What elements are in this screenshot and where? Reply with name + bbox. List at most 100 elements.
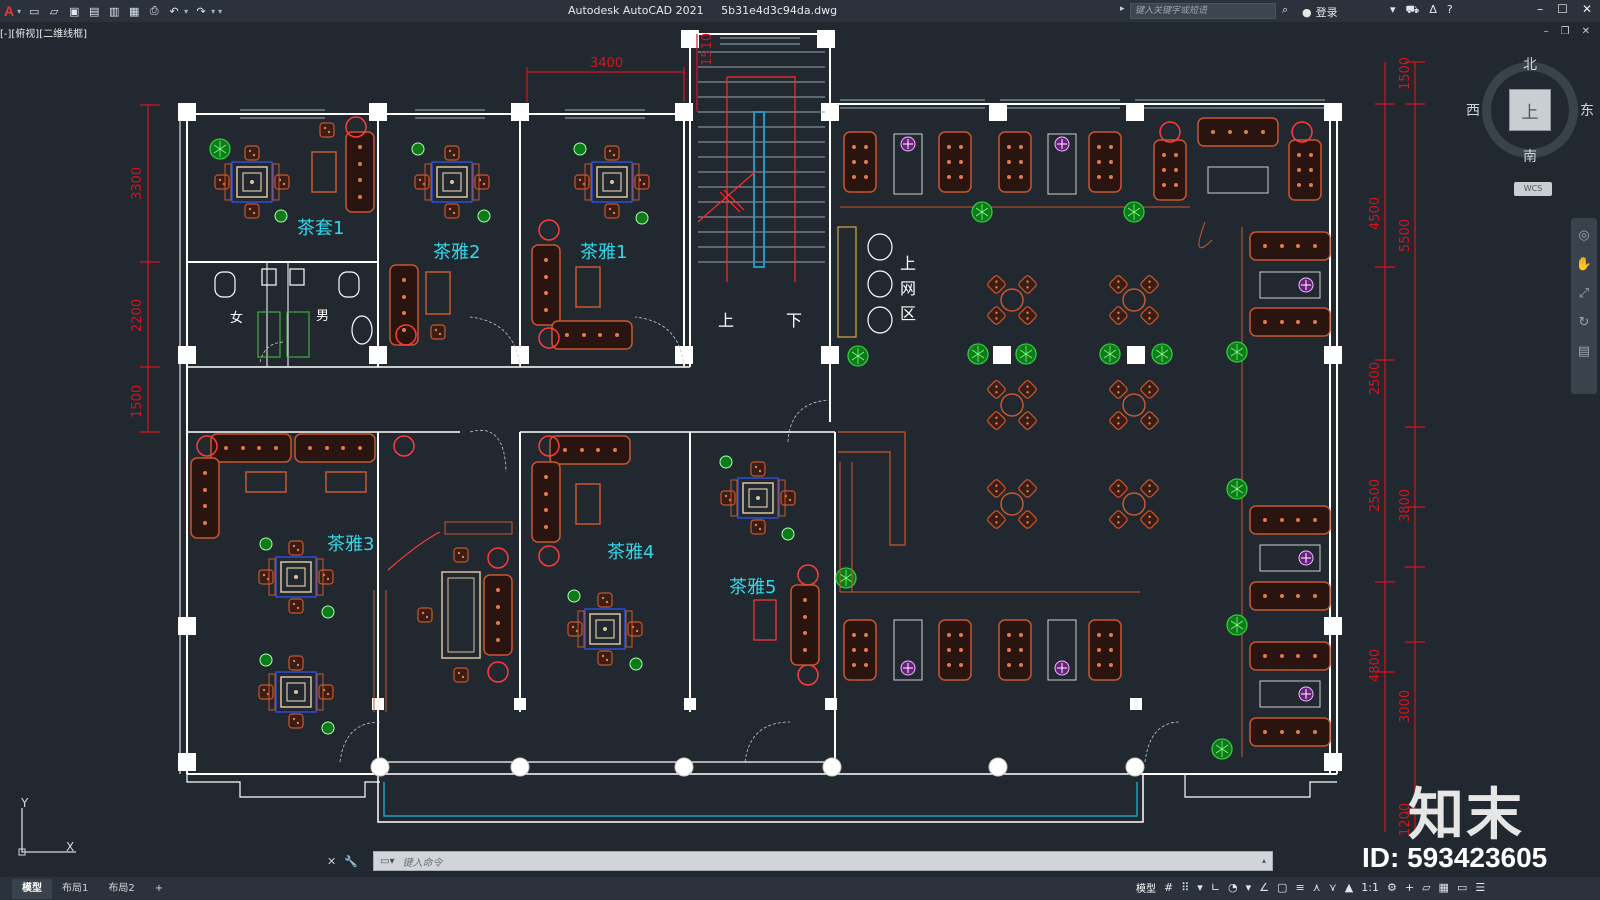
osnap-icon[interactable]: ▢ [1277, 881, 1287, 894]
undo-icon[interactable]: ↶ [167, 4, 181, 18]
viewcube-top-face[interactable]: 上 [1509, 89, 1551, 131]
app-menu-caret-icon[interactable]: ▾ [17, 7, 21, 16]
zoom-extents-icon[interactable]: ⤢ [1579, 286, 1589, 301]
search-expand-icon[interactable]: ▸ [1120, 4, 1125, 14]
quick-properties-icon[interactable]: ▦ [1439, 881, 1449, 894]
tab-model[interactable]: 模型 [12, 878, 52, 899]
clean-screen-icon[interactable]: ▭ [1457, 881, 1467, 894]
dim-label-2500-a: 2500 [1368, 361, 1383, 395]
maximize-icon[interactable]: ☐ [1557, 2, 1568, 16]
room-chatao1 [209, 116, 375, 223]
save-as-icon[interactable]: ▤ [87, 4, 101, 18]
pan-icon[interactable]: ✋ [1576, 257, 1592, 272]
ucs-y-label: Y [21, 796, 29, 810]
redo-caret-icon[interactable]: ▾ [211, 7, 215, 16]
workspace-gear-icon[interactable]: ⚙ [1387, 881, 1397, 894]
room-label-chaya3: 茶雅3 [327, 534, 375, 555]
wcs-menu-button[interactable]: WCS [1514, 182, 1552, 196]
customization-icon[interactable]: ☰ [1475, 881, 1485, 894]
login-button[interactable]: ● 登录 [1302, 4, 1338, 20]
search-input[interactable]: 键入关键字或短语 [1130, 3, 1276, 19]
viewcube-north[interactable]: 北 [1523, 54, 1537, 74]
room-label-chaya1: 茶雅1 [580, 242, 628, 263]
snap-icon[interactable]: ⠿ [1181, 881, 1189, 894]
close-icon[interactable]: ✕ [1582, 2, 1592, 16]
internet-label-1: 上 [900, 254, 917, 273]
save-icon[interactable]: ▣ [67, 4, 81, 18]
tab-layout1[interactable]: 布局1 [52, 879, 98, 899]
autodesk-a360-icon[interactable]: Δ [1429, 3, 1437, 18]
drawing-canvas[interactable] [0, 22, 1600, 852]
internet-label-3: 区 [900, 304, 917, 323]
window-lines [240, 37, 1325, 119]
dim-label-3000: 3000 [1398, 689, 1413, 723]
dropdown-caret-icon[interactable]: ▾ [1390, 3, 1396, 18]
annotation-visibility-icon[interactable]: ⋏ [1313, 881, 1321, 894]
open-folder-icon[interactable]: ▱ [47, 4, 61, 18]
app-name: Autodesk AutoCAD 2021 [568, 4, 704, 17]
dimension-lines [140, 34, 1425, 832]
new-file-icon[interactable]: ▭ [27, 4, 41, 18]
model-space-toggle[interactable]: 模型 [1136, 880, 1156, 895]
command-input[interactable]: ▭▾ 键入命令 ▴ [373, 851, 1273, 871]
polar-icon[interactable]: ◔ [1228, 881, 1238, 894]
viewcube-south[interactable]: 南 [1523, 146, 1537, 166]
lineweight-icon[interactable]: ≡ [1295, 881, 1304, 894]
publish-icon[interactable]: ▦ [127, 4, 141, 18]
autocad-logo-icon[interactable]: A [4, 3, 14, 19]
plot-preview-icon[interactable]: ▥ [107, 4, 121, 18]
showmotion-icon[interactable]: ▤ [1578, 344, 1590, 359]
steering-wheel-icon[interactable]: ◎ [1578, 228, 1589, 243]
dim-label-3800: 3800 [1398, 488, 1413, 522]
window-title: Autodesk AutoCAD 2021 5b31e4d3c94da.dwg [568, 4, 851, 17]
customize-toolbar-caret-icon[interactable]: ▾ [218, 7, 222, 16]
room-label-wc-male: 男 [316, 309, 330, 324]
dim-label-1500-right: 1500 [1398, 56, 1413, 90]
quick-access-toolbar: A ▾ ▭ ▱ ▣ ▤ ▥ ▦ ⎙ ↶ ▾ ↷ ▾ ▾ [0, 0, 222, 22]
staircase [697, 51, 825, 282]
annotation-scale-icon[interactable]: ▲ [1345, 881, 1353, 894]
viewcube-east[interactable]: 东 [1580, 100, 1594, 120]
dim-label-1510: 1510 [700, 32, 715, 66]
room-chaya5 [719, 455, 820, 686]
search-icon[interactable]: ⌕ [1282, 3, 1288, 17]
customize-icon[interactable]: 🔧 [344, 855, 358, 868]
print-icon[interactable]: ⎙ [147, 4, 161, 18]
viewcube[interactable]: 上 北 南 西 东 [1466, 57, 1594, 165]
undo-caret-icon[interactable]: ▾ [184, 7, 188, 16]
stair-label-up: 上 [718, 311, 735, 330]
ortho-icon[interactable]: ∟ [1211, 881, 1220, 894]
dim-label-5500: 5500 [1398, 218, 1413, 252]
dim-label-1500-left: 1500 [130, 384, 145, 418]
add-icon[interactable]: + [1405, 881, 1414, 894]
login-label: 登录 [1315, 6, 1338, 19]
minimize-icon[interactable]: – [1537, 2, 1543, 16]
command-placeholder: 键入命令 [402, 857, 443, 869]
units-icon[interactable]: ▱ [1422, 881, 1430, 894]
help-icon[interactable]: ? [1447, 3, 1453, 18]
user-icon: ● [1302, 5, 1312, 19]
command-history-caret-icon[interactable]: ▴ [1262, 856, 1266, 865]
viewcube-west[interactable]: 西 [1466, 100, 1480, 120]
orbit-icon[interactable]: ↻ [1579, 315, 1590, 330]
autoscale-icon[interactable]: ⋎ [1329, 881, 1337, 894]
tab-layout2[interactable]: 布局2 [98, 879, 144, 899]
command-line-tools: ✕ 🔧 [325, 855, 373, 868]
isodraft-icon[interactable]: ▾ [1246, 881, 1252, 894]
close-command-line-icon[interactable]: ✕ [327, 855, 336, 868]
internet-label-2: 网 [900, 279, 917, 298]
window-controls: – ☐ ✕ [1537, 2, 1592, 16]
redo-icon[interactable]: ↷ [194, 4, 208, 18]
grid-icon[interactable]: # [1164, 881, 1173, 894]
title-right-toolbar: ▾ ⛟ Δ ? [1390, 3, 1453, 18]
add-layout-button[interactable]: + [145, 879, 173, 899]
osnap-tracking-icon[interactable]: ∠ [1259, 881, 1269, 894]
room-chaya3 [190, 433, 513, 735]
infer-icon[interactable]: ▾ [1197, 881, 1203, 894]
layout-tabs: 模型 布局1 布局2 + [12, 878, 173, 899]
command-prompt-icon[interactable]: ▭▾ [380, 856, 394, 867]
ucs-x-label: X [66, 840, 75, 854]
room-label-chaya5: 茶雅5 [729, 577, 777, 598]
cart-icon[interactable]: ⛟ [1406, 3, 1420, 18]
scale-label[interactable]: 1:1 [1361, 881, 1379, 894]
